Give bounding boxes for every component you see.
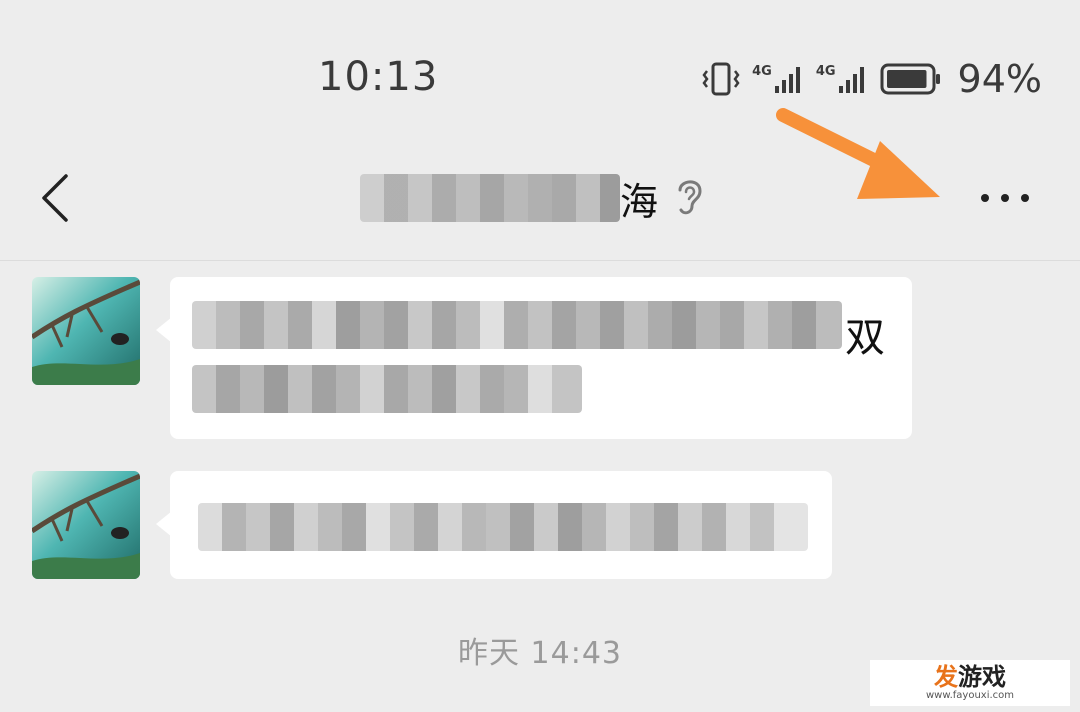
vibrate-icon (702, 62, 740, 96)
watermark-accent: 发 (934, 663, 958, 691)
redacted-text (192, 301, 842, 349)
message-visible-char: 双 (845, 315, 885, 361)
message-bubble[interactable]: 双 (170, 277, 912, 439)
redacted-text (192, 365, 582, 413)
back-button[interactable] (30, 168, 80, 228)
watermark: 发游戏 www.fayouxi.com (870, 660, 1070, 706)
message-row: 双 (32, 277, 932, 439)
watermark-main: 游戏 (958, 663, 1006, 691)
network-label-1: 4G (752, 64, 772, 79)
chat-header: 海 (0, 150, 1080, 261)
signal-1: 4G (752, 64, 804, 94)
title-redacted (360, 174, 620, 222)
more-horizontal-icon (981, 194, 1029, 202)
chat-title: 海 (360, 168, 658, 228)
signal-icon (774, 67, 800, 93)
avatar-image (32, 277, 140, 385)
watermark-url: www.fayouxi.com (925, 690, 1015, 701)
signal-icon (838, 67, 864, 93)
message-row (32, 471, 852, 579)
redacted-text (198, 503, 808, 551)
status-time: 10:13 (318, 54, 439, 100)
message-bubble[interactable] (170, 471, 832, 579)
watermark-logo: 发游戏 (934, 664, 1006, 690)
chevron-left-icon (42, 174, 68, 222)
ear-icon[interactable] (672, 174, 706, 218)
status-icons: 4G 4G 94% (702, 57, 1042, 101)
battery-icon (880, 63, 940, 95)
avatar[interactable] (32, 277, 140, 385)
network-label-2: 4G (815, 64, 836, 79)
signal-2: 4G (816, 64, 868, 94)
battery-percent: 94% (957, 57, 1042, 101)
more-button[interactable] (970, 178, 1040, 218)
title-visible-char: 海 (620, 179, 659, 224)
avatar[interactable] (32, 471, 140, 579)
avatar-image (32, 471, 140, 579)
